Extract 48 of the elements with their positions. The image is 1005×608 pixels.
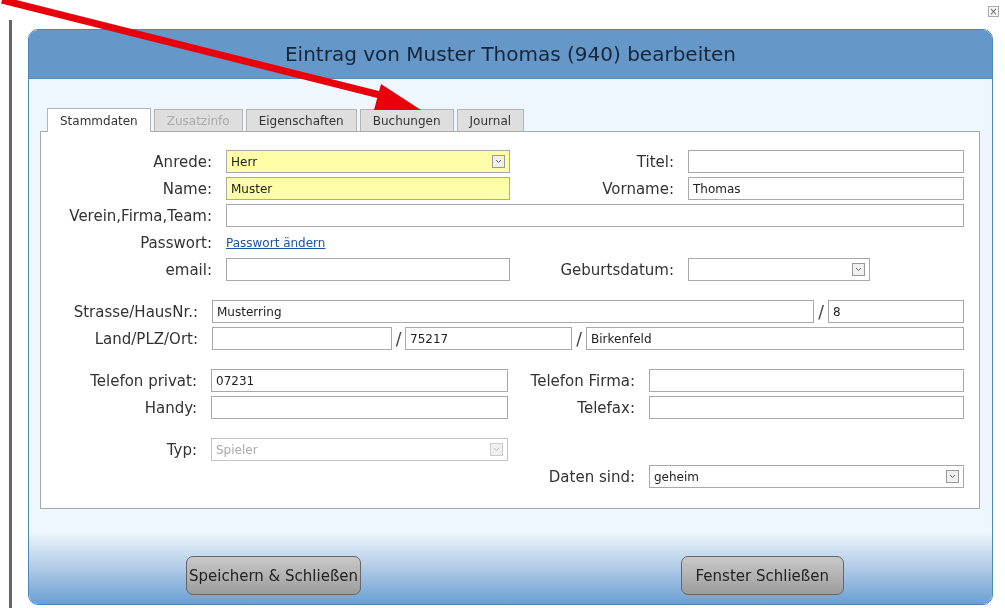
field-label: Vorname: [602, 179, 675, 198]
input-field[interactable]: Musterring [212, 300, 814, 323]
input-field[interactable] [649, 369, 964, 392]
tab[interactable]: Stammdaten [47, 108, 151, 132]
field-label: Strasse/HausNr.: [73, 302, 199, 321]
input-field[interactable] [211, 396, 508, 419]
field-label: Handy: [144, 398, 198, 417]
tab[interactable]: Buchungen [359, 109, 454, 131]
dropdown-icon[interactable] [492, 155, 505, 168]
field-label: Geburtsdatum: [560, 260, 675, 279]
separator-slash: / [395, 328, 402, 349]
field-label: Telefon Firma: [530, 371, 636, 390]
dropdown-field[interactable]: Herr [226, 150, 510, 173]
action-button[interactable]: Fenster Schließen [680, 556, 844, 595]
field-label: Name: [162, 179, 213, 198]
input-field[interactable]: 07231 [211, 369, 508, 392]
change-password-link[interactable]: Passwort ändern [226, 235, 326, 250]
close-button[interactable]: × [988, 6, 999, 17]
field-label: Passwort: [140, 233, 213, 252]
dropdown-field[interactable]: geheim [649, 465, 964, 488]
dialog-title: Eintrag von Muster Thomas (940) bearbeiten [284, 42, 737, 66]
field-label: Land/PLZ/Ort: [94, 329, 199, 348]
field-label: Titel: [636, 152, 675, 171]
input-field[interactable]: Thomas [688, 177, 964, 200]
input-field[interactable] [688, 150, 964, 173]
dropdown-icon[interactable] [852, 263, 865, 276]
separator-slash: / [576, 328, 582, 349]
input-field[interactable]: Birkenfeld [586, 327, 964, 350]
input-field[interactable]: 75217 [405, 327, 572, 350]
field-label: Telefon privat: [90, 371, 198, 390]
field-label: Anrede: [153, 152, 213, 171]
input-field[interactable] [226, 258, 510, 281]
input-field[interactable] [649, 396, 964, 419]
tab[interactable]: Journal [456, 109, 525, 131]
tab[interactable]: Eigenschaften [245, 109, 357, 131]
input-field[interactable] [226, 204, 964, 227]
dropdown-icon[interactable] [946, 470, 959, 483]
field-label: email: [165, 260, 213, 279]
field-label: Verein,Firma,Team: [69, 206, 213, 225]
dropdown-field[interactable] [688, 258, 870, 281]
field-label: Telefax: [577, 398, 636, 417]
field-label: Typ: [166, 440, 198, 459]
separator-slash: / [818, 301, 824, 322]
field-label: Daten sind: [548, 467, 636, 486]
input-field[interactable]: Muster [226, 177, 510, 200]
input-field[interactable] [212, 327, 392, 350]
input-field[interactable]: 8 [828, 300, 964, 323]
action-button[interactable]: Speichern & Schließen [186, 556, 362, 595]
